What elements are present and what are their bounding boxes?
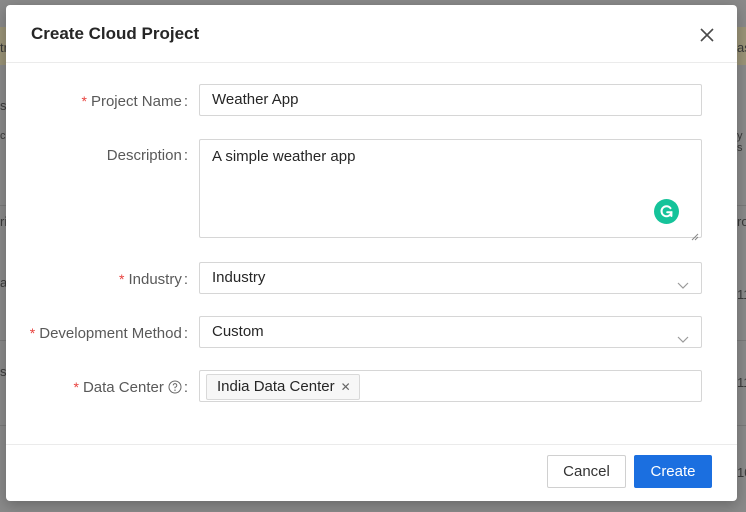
dialog-footer: Cancel Create [6,444,737,501]
development-method-value: Custom [212,323,264,340]
description-textarea[interactable]: A simple weather app [199,139,702,241]
required-mark: * [119,271,125,287]
label-text: Description [106,147,182,164]
industry-label: * Industry: [119,262,188,296]
label-colon: : [183,271,188,288]
create-button[interactable]: Create [634,455,712,488]
resize-handle-icon[interactable] [691,227,699,241]
industry-select[interactable]: Industry [199,262,702,294]
data-center-label: * Data Center: [74,370,189,404]
help-circle-icon[interactable] [168,373,182,394]
label-text: Data Center [82,379,164,396]
project-name-input[interactable]: Weather App [199,84,702,116]
project-name-label: * Project Name: [82,84,189,118]
close-icon[interactable] [695,23,719,47]
background-text: y s [737,130,743,154]
industry-value: Industry [212,269,266,286]
development-method-label: * Development Method: [30,316,188,350]
chevron-down-icon [677,326,689,343]
background-text: 11 [737,375,746,390]
data-center-tag: India Data Center ✕ [206,374,360,400]
label-text: Project Name [90,93,182,110]
development-method-select[interactable]: Custom [199,316,702,348]
background-text: c [0,130,6,142]
required-mark: * [81,93,87,109]
create-project-dialog: Create Cloud Project * Project Name: Weat… [6,5,737,501]
label-text: Industry [128,271,182,288]
data-center-multiselect[interactable]: India Data Center ✕ [199,370,702,402]
background-text: 11 [737,287,746,302]
label-colon: : [183,379,188,396]
tag-remove-icon[interactable]: ✕ [341,380,351,394]
project-name-value: Weather App [212,91,299,108]
grammarly-icon[interactable] [654,199,679,224]
required-mark: * [73,379,79,395]
industry-row: * Industry: Industry [6,262,737,296]
chevron-down-icon [677,272,689,289]
description-label: Description: [107,139,188,173]
label-colon: : [183,93,188,110]
background-text: as [737,40,746,55]
development-method-row: * Development Method: Custom [6,316,737,350]
background-text: 10 [737,465,746,480]
tag-label: India Data Center [217,378,335,395]
background-text: ro [737,214,746,229]
label-text: Development Method [39,325,182,342]
project-name-row: * Project Name: Weather App [6,84,737,118]
label-colon: : [183,325,188,342]
dialog-title: Create Cloud Project [31,24,200,43]
description-row: Description: A simple weather app [6,139,737,241]
dialog-header: Create Cloud Project [6,5,737,63]
data-center-row: * Data Center: India Data Center ✕ [6,370,737,404]
required-mark: * [29,325,36,341]
label-colon: : [183,147,188,164]
cancel-button[interactable]: Cancel [547,455,626,488]
description-value: A simple weather app [212,148,356,165]
